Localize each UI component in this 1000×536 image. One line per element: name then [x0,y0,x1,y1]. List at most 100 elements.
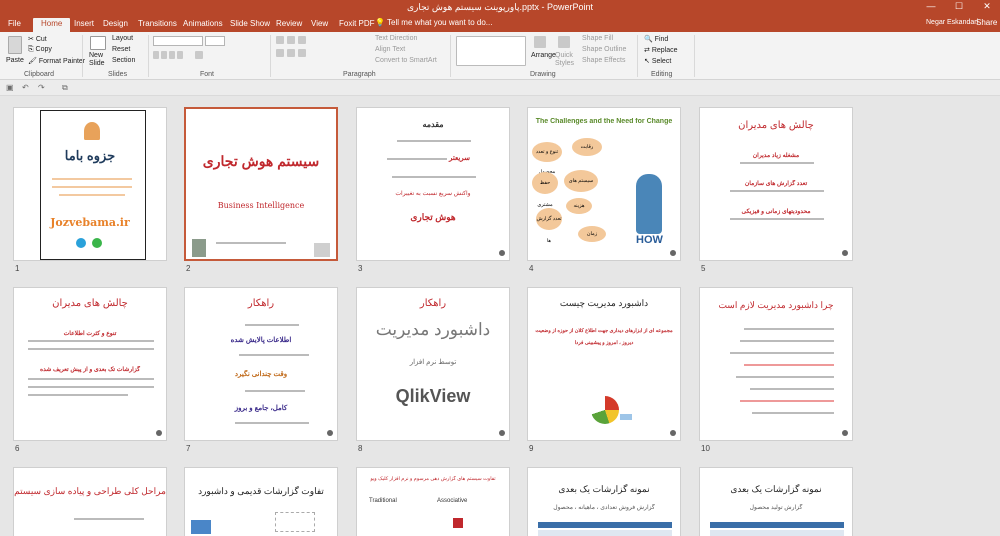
slide-thumbnail-6[interactable]: چالش های مدیران تنوع و کثرت اطلاعات گزار… [13,287,167,441]
reset-button[interactable]: Reset [112,46,130,53]
emblem-icon [314,243,330,257]
slide-thumbnail-4[interactable]: The Challenges and the Need for Change ر… [527,107,681,261]
tab-home[interactable]: Home [33,18,71,32]
slide-thumbnail-15[interactable]: نمونه گزارشات یک بعدی گزارش تولید محصول [699,467,853,536]
present-icon[interactable]: ⧉ [62,83,68,93]
undo-icon[interactable]: ↶ [22,83,29,92]
text-line [744,328,834,330]
corner-icon [670,250,676,256]
redo-icon[interactable]: ↷ [38,83,45,92]
shape-outline-button[interactable]: Shape Outline [582,46,626,53]
corner-icon [327,430,333,436]
slide-title: نمونه گزارشات یک بعدی [558,484,650,494]
ribbon-tabs: File Home Insert Design Transitions Anim… [0,16,1000,32]
ribbon: Paste ✂ Cut ⎘ Copy 🖌 Format Painter Clip… [0,32,1000,80]
italic-icon[interactable] [161,51,167,59]
slide-thumbnail-11[interactable]: مراحل کلی طراحی و پیاده سازی سیستم [13,467,167,536]
quick-styles-icon[interactable] [558,36,570,48]
decrease-indent-icon[interactable] [298,36,306,44]
text-line [239,354,309,356]
slide-thumbnail-2[interactable]: سیستم هوش تجاری Business Intelligence [184,107,338,261]
slide-title: تفاوت گزارشات قدیمی و داشبورد [198,486,324,496]
find-button[interactable]: 🔍 Find [644,35,668,43]
text-direction-button[interactable]: Text Direction [375,35,417,42]
tab-slide-show[interactable]: Slide Show [228,18,272,32]
text-line [28,394,128,396]
tab-review[interactable]: Review [274,18,304,32]
close-button[interactable]: ✕ [976,1,998,14]
bold-icon[interactable] [153,51,159,59]
align-center-icon[interactable] [287,49,295,57]
select-button[interactable]: ↖ Select [644,57,671,65]
copy-button[interactable]: ⎘ Copy [28,46,52,54]
tab-insert[interactable]: Insert [72,18,96,32]
slide-thumbnail-10[interactable]: چرا داشبورد مدیریت لازم است [699,287,853,441]
share-button[interactable]: Share [976,18,997,27]
strikethrough-icon[interactable] [177,51,183,59]
bubble: حفظ مشتری [532,172,558,208]
slide-thumbnail-5[interactable]: چالش های مدیران مشغله زیاد مدیران تعدد گ… [699,107,853,261]
text-line [740,400,834,402]
arrange-icon[interactable] [534,36,546,48]
numbering-icon[interactable] [287,36,295,44]
slide-title: سیستم هوش تجاری [202,153,320,169]
slide-title: مراحل کلی طراحی و پیاده سازی سیستم [14,486,166,496]
slide-title: چالش های مدیران [52,298,128,309]
user-name[interactable]: Negar Eskandari [926,19,978,26]
paragraph-group-label: Paragraph [343,71,376,78]
slide-thumbnail-13[interactable]: تفاوت سیستم های گزارش دهی مرسوم و نرم اف… [356,467,510,536]
align-text-button[interactable]: Align Text [375,46,405,53]
corner-icon [842,250,848,256]
section-button[interactable]: Section [112,57,135,64]
tab-view[interactable]: View [309,18,330,32]
replace-button[interactable]: ⇄ Replace [644,46,678,54]
qlik-icon [192,239,206,257]
text-line [28,340,154,342]
underline-icon[interactable] [169,51,175,59]
layout-button[interactable]: Layout [112,35,133,42]
align-left-icon[interactable] [276,49,284,57]
tell-me-box[interactable]: 💡 Tell me what you want to do... [375,18,492,27]
arrange-button[interactable]: Arrange [531,52,556,59]
brush-icon: 🖌 [28,58,39,65]
shapes-gallery[interactable] [456,36,526,66]
align-right-icon[interactable] [298,49,306,57]
save-icon[interactable]: ▣ [6,83,14,92]
bullet-heading: گزارشات تک بعدی و از پیش تعریف شده [39,367,141,373]
minimize-button[interactable]: — [920,1,942,14]
paste-icon[interactable] [8,36,22,54]
quick-styles-button[interactable]: Quick Styles [555,52,577,68]
new-slide-icon[interactable] [90,36,106,50]
paste-button[interactable]: Paste [6,57,24,64]
slide-thumbnail-8[interactable]: راهکار داشبورد مدیریت توسط نرم افزار Qli… [356,287,510,441]
text-line [216,242,286,244]
new-slide-button[interactable]: New Slide [89,52,109,68]
convert-smartart-button[interactable]: Convert to SmartArt [375,57,437,64]
tab-design[interactable]: Design [101,18,130,32]
shape-effects-button[interactable]: Shape Effects [582,57,625,64]
tab-file[interactable]: File [6,18,23,32]
group-divider [270,35,271,77]
font-size-field[interactable] [205,36,225,46]
font-name-field[interactable] [153,36,203,46]
slide-thumbnail-12[interactable]: تفاوت گزارشات قدیمی و داشبورد [184,467,338,536]
slide-thumbnail-7[interactable]: راهکار اطلاعات پالایش شده وقت چندانی نگی… [184,287,338,441]
slide-title: راهکار [247,298,275,309]
slide-thumbnail-3[interactable]: مقدمه سریعتر واکنش سریع نسبت به تغییرات … [356,107,510,261]
cut-button[interactable]: ✂ Cut [28,35,47,43]
format-painter-button[interactable]: 🖌 Format Painter [28,57,85,65]
font-color-icon[interactable] [195,51,203,59]
tab-transitions[interactable]: Transitions [136,18,179,32]
slide-number: 7 [186,444,191,453]
slide-title: نمونه گزارشات یک بعدی [730,484,822,494]
tab-foxit-pdf[interactable]: Foxit PDF [337,18,377,32]
highlight-line: واکنش سریع نسبت به تغییرات [395,191,471,197]
slide-thumbnail-14[interactable]: نمونه گزارشات یک بعدی گزارش فروش تعدادی … [527,467,681,536]
slide-thumbnail-9[interactable]: داشبورد مدیریت چیست مجموعه ای از ابزارها… [527,287,681,441]
tab-animations[interactable]: Animations [181,18,225,32]
bullets-icon[interactable] [276,36,284,44]
shape-fill-button[interactable]: Shape Fill [582,35,613,42]
slide-thumbnail-1[interactable]: جزوه باما Jozvebama.ir [13,107,167,261]
slides-group-label: Slides [108,71,128,78]
maximize-button[interactable]: ☐ [948,1,970,14]
